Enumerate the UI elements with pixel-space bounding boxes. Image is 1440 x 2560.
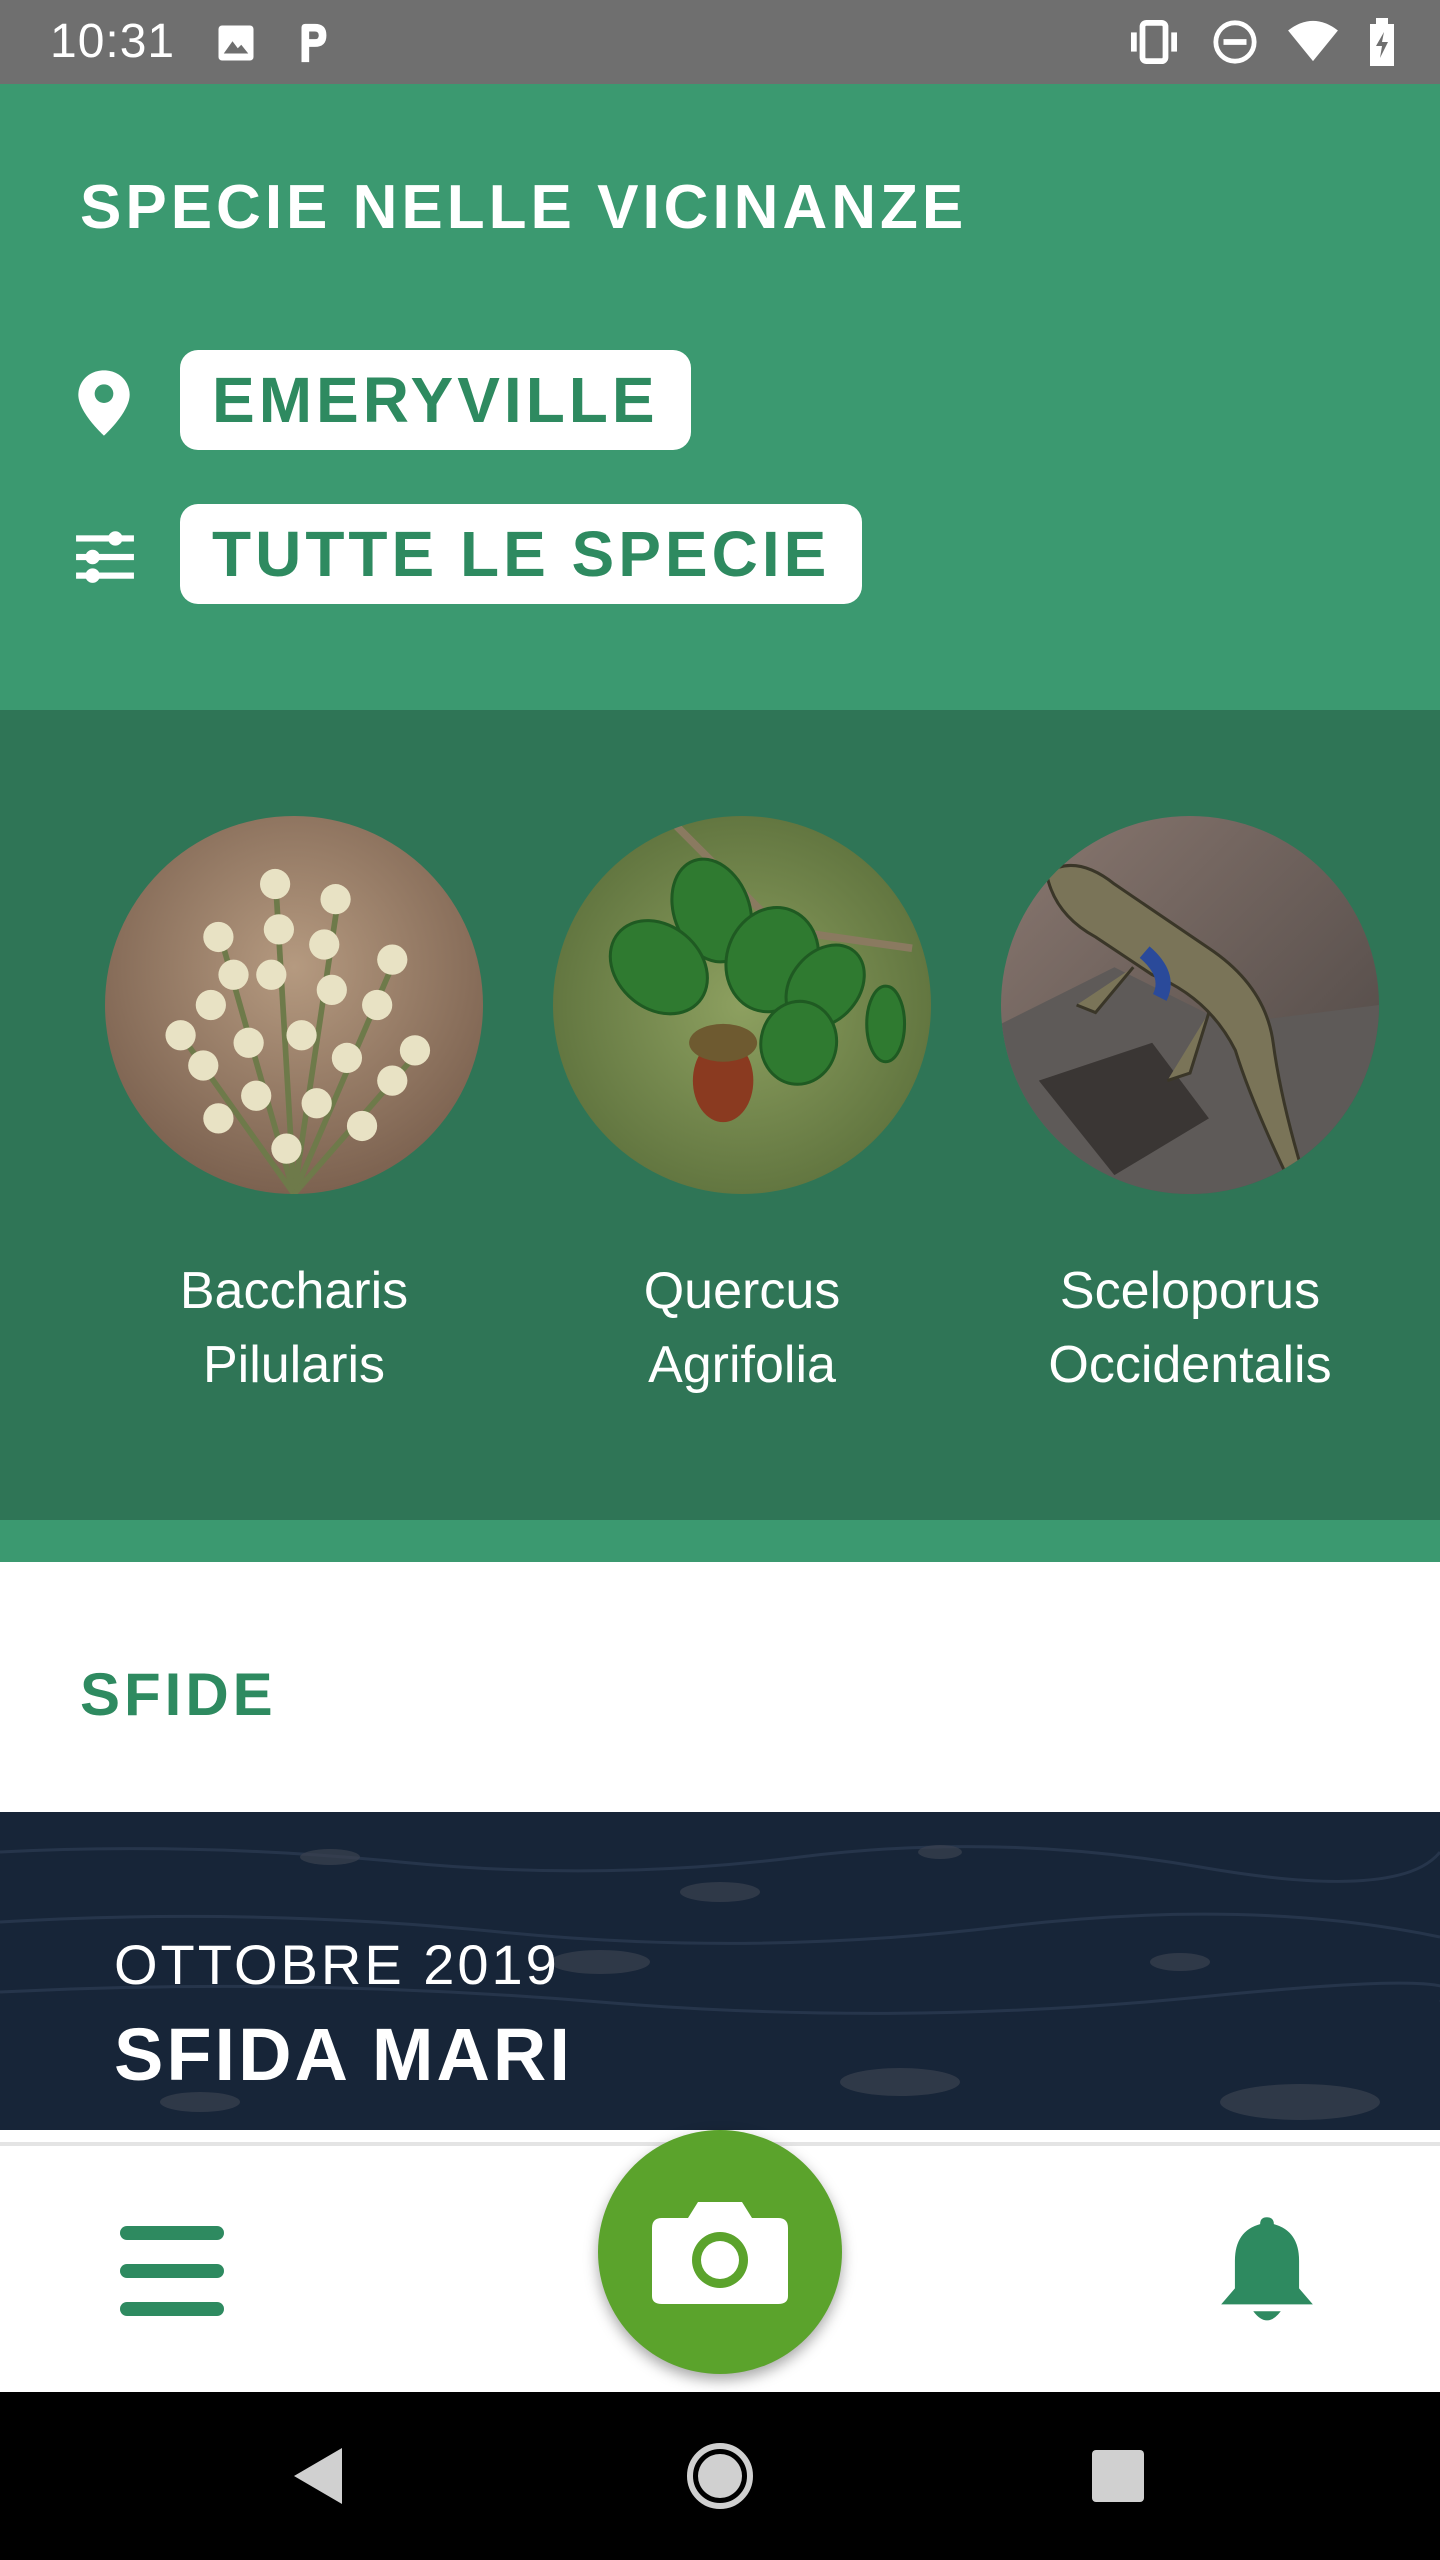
challenges-section-title: SFIDE [80, 1661, 277, 1728]
do-not-disturb-icon [1213, 20, 1257, 64]
challenge-card[interactable]: OTTOBRE 2019 SFIDA MARI [0, 1812, 1440, 2130]
parking-icon [301, 23, 327, 63]
nearby-species-header: SPECIE NELLE VICINANZE EMERYVILLE TUTTE … [0, 84, 1440, 710]
challenge-date: OTTOBRE 2019 [114, 1933, 560, 1996]
species-name-line2: Pilularis [202, 1336, 386, 1394]
nearby-species-list: Baccharis Pilularis Quercus Agrifolia Sc… [0, 710, 1440, 1520]
recents-icon[interactable] [1090, 2448, 1146, 2504]
vibrate-icon [1131, 19, 1177, 65]
camera-button[interactable] [598, 2130, 842, 2374]
species-photo[interactable] [1001, 816, 1379, 1194]
status-time: 10:31 [50, 15, 176, 68]
divider-band [0, 1520, 1440, 1562]
species-card-baccharis[interactable]: Baccharis Pilularis [94, 816, 494, 1402]
filter-sliders-icon [76, 531, 134, 583]
bell-icon[interactable] [1212, 2210, 1322, 2330]
location-button[interactable]: EMERYVILLE [180, 350, 691, 450]
species-photo[interactable] [105, 816, 483, 1194]
location-pin-icon [78, 370, 130, 436]
challenge-title: SFIDA MARI [114, 2013, 573, 2096]
status-right-icons [1124, 18, 1396, 66]
species-name: Sceloporus Occidentalis [990, 1254, 1390, 1402]
image-icon [218, 25, 254, 61]
page-title: SPECIE NELLE VICINANZE [80, 173, 968, 242]
wifi-icon [1288, 20, 1338, 62]
back-icon[interactable] [290, 2444, 346, 2508]
species-name-line1: Quercus [643, 1262, 841, 1320]
species-filter-button[interactable]: TUTTE LE SPECIE [180, 504, 863, 604]
species-name-line2: Occidentalis [1048, 1336, 1332, 1394]
species-card-sceloporus[interactable]: Sceloporus Occidentalis [990, 816, 1390, 1402]
hamburger-menu-icon[interactable] [120, 2226, 224, 2316]
battery-charging-icon [1370, 18, 1394, 66]
species-name: Baccharis Pilularis [94, 1254, 494, 1402]
species-name-line2: Agrifolia [648, 1336, 836, 1394]
species-name: Quercus Agrifolia [542, 1254, 942, 1402]
status-bar: 10:31 [0, 0, 1440, 84]
system-navigation-bar [0, 2392, 1440, 2560]
status-left-icons [215, 20, 333, 66]
species-card-quercus[interactable]: Quercus Agrifolia [542, 816, 942, 1402]
camera-icon [652, 2202, 788, 2304]
home-icon[interactable] [686, 2442, 754, 2510]
species-photo[interactable] [553, 816, 931, 1194]
species-name-line1: Baccharis [179, 1262, 409, 1320]
species-name-line1: Sceloporus [1059, 1262, 1321, 1320]
